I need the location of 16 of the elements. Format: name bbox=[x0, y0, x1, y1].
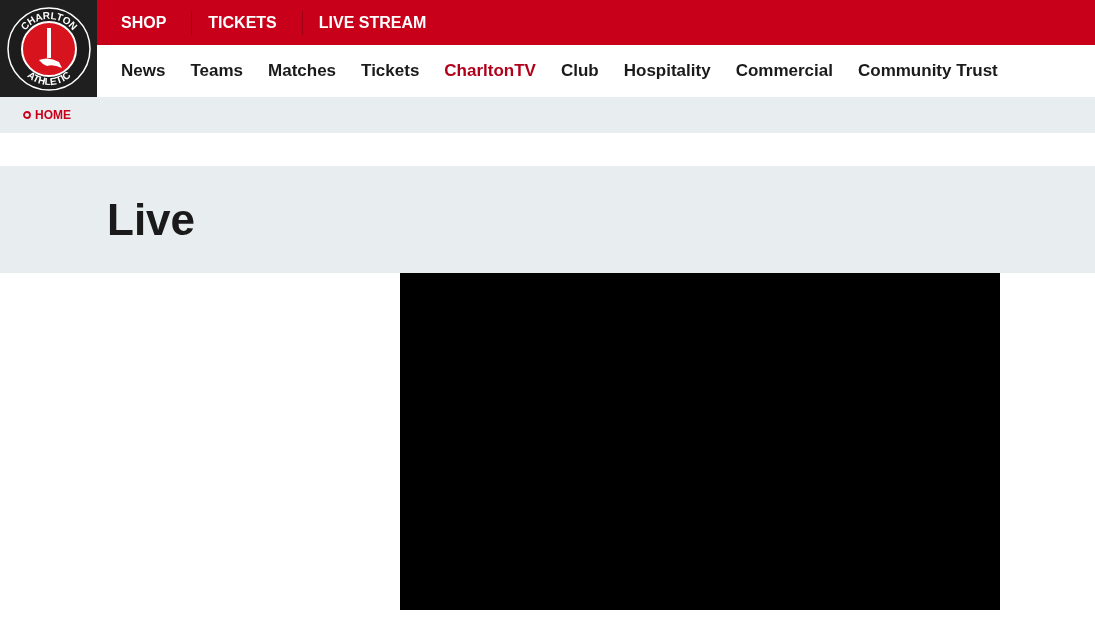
nav-link[interactable]: Tickets bbox=[361, 61, 420, 81]
nav-link[interactable]: Club bbox=[560, 61, 599, 81]
top-link[interactable]: LIVE STREAM bbox=[318, 13, 427, 32]
nav-link[interactable]: Matches bbox=[268, 61, 337, 81]
nav-link[interactable]: Commercial bbox=[735, 61, 833, 81]
top-link[interactable]: SHOP bbox=[121, 13, 167, 32]
video-player[interactable] bbox=[400, 273, 1000, 610]
nav-link[interactable]: Community Trust bbox=[857, 61, 998, 81]
top-link[interactable]: TICKETS bbox=[208, 13, 277, 32]
nav-link[interactable]: Hospitality bbox=[623, 61, 711, 81]
page-title: Live bbox=[107, 194, 196, 245]
breadcrumb-link[interactable]: HOME bbox=[35, 108, 71, 122]
circle-icon bbox=[23, 111, 31, 119]
nav-link[interactable]: News bbox=[121, 61, 166, 81]
nav-link[interactable]: CharltonTV bbox=[444, 61, 536, 81]
nav-link[interactable]: Teams bbox=[190, 61, 244, 81]
